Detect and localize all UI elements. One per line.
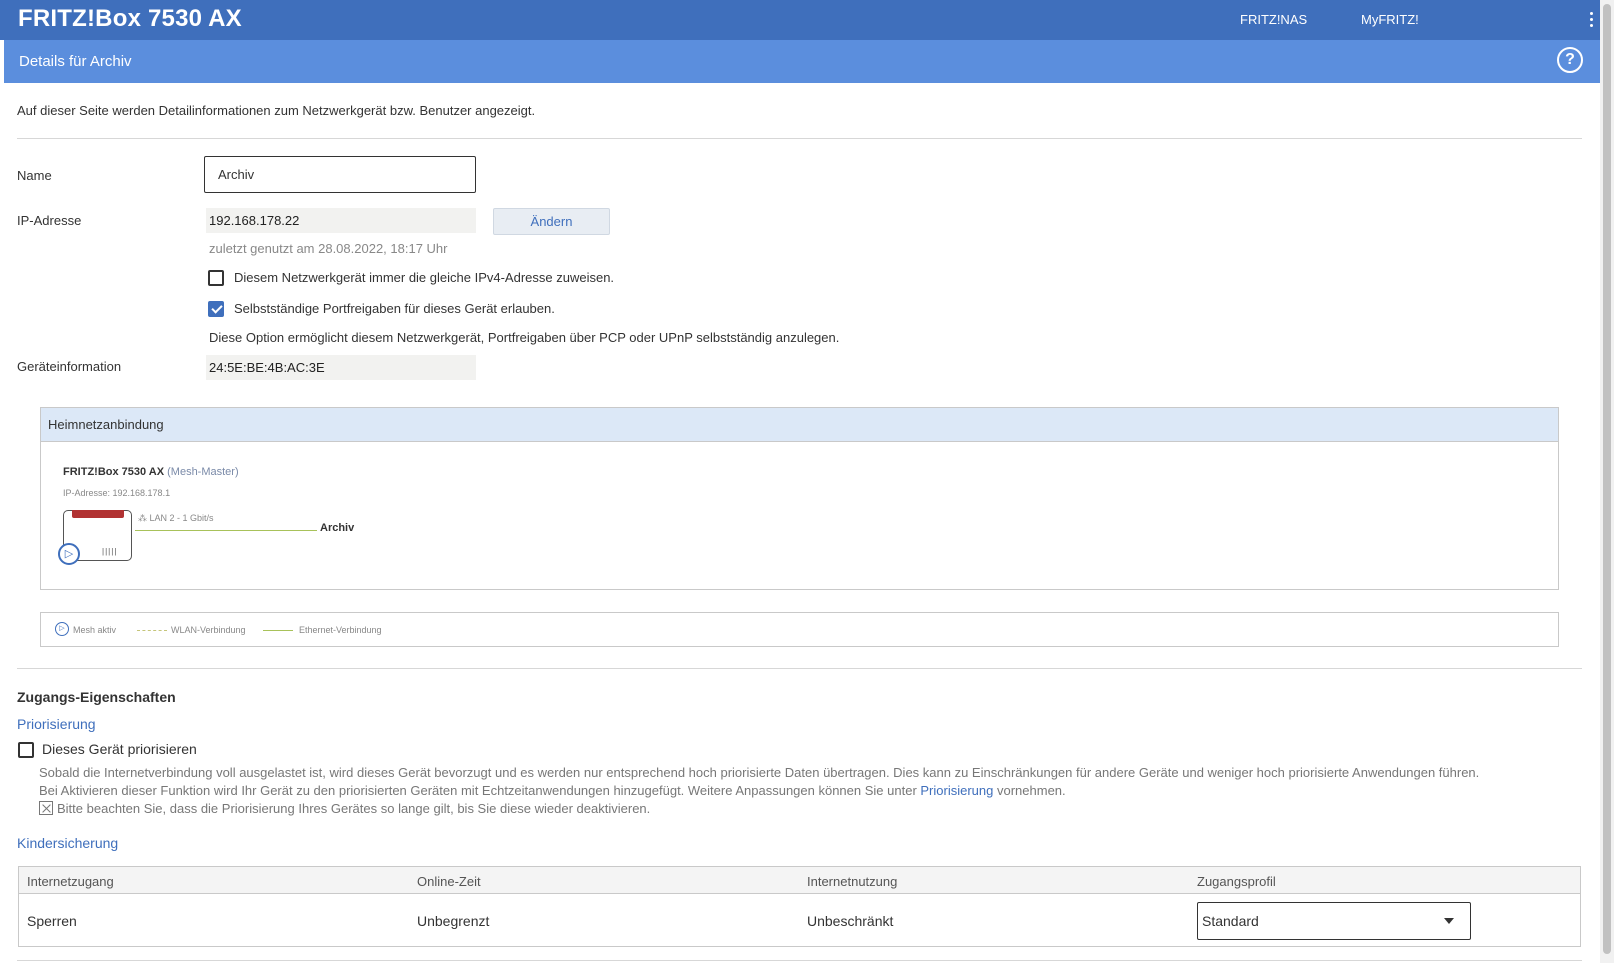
mesh-legend-icon: ▷ bbox=[55, 622, 69, 636]
legend-ethernet-line bbox=[263, 630, 293, 631]
ip-label: IP-Adresse bbox=[17, 213, 82, 228]
more-menu-icon[interactable] bbox=[1588, 12, 1594, 30]
lan-link-label: ⁂ LAN 2 - 1 Gbit/s bbox=[138, 513, 214, 523]
prio-desc-2b: vornehmen. bbox=[993, 783, 1066, 798]
top-bar: FRITZ!Box 7530 AX FRITZ!NAS MyFRITZ! bbox=[0, 0, 1600, 40]
name-input[interactable]: Archiv bbox=[204, 156, 476, 193]
mesh-panel: Heimnetzanbindung FRITZ!Box 7530 AX (Mes… bbox=[40, 407, 1559, 590]
col-internet-access: Internetzugang bbox=[27, 874, 114, 889]
same-ip-checkbox[interactable] bbox=[208, 270, 224, 286]
mesh-device-title: FRITZ!Box 7530 AX bbox=[63, 466, 165, 478]
mesh-device-ip: IP-Adresse: 192.168.178.1 bbox=[63, 488, 171, 498]
prio-desc-3: Bitte beachten Sie, dass die Priorisieru… bbox=[39, 801, 650, 816]
prio-heading-link[interactable]: Priorisierung bbox=[17, 716, 96, 732]
divider bbox=[17, 668, 1582, 669]
last-used-text: zuletzt genutzt am 28.08.2022, 18:17 Uhr bbox=[209, 241, 448, 256]
online-time-value: Unbegrenzt bbox=[417, 913, 490, 929]
name-label: Name bbox=[17, 168, 52, 183]
mesh-active-icon: ▷ bbox=[58, 543, 80, 565]
nav-fritznas[interactable]: FRITZ!NAS bbox=[1240, 12, 1307, 27]
access-profile-value: Standard bbox=[1202, 913, 1259, 929]
mesh-device-name[interactable]: FRITZ!Box 7530 AX (Mesh-Master) bbox=[63, 466, 239, 478]
chevron-down-icon bbox=[1444, 918, 1454, 924]
mesh-client-name[interactable]: Archiv bbox=[320, 522, 354, 534]
parental-control-link[interactable]: Kindersicherung bbox=[17, 835, 118, 851]
ethernet-link-line bbox=[135, 530, 317, 531]
portfwd-label: Selbstständige Portfreigaben für dieses … bbox=[234, 301, 555, 316]
device-info-label: Geräteinformation bbox=[17, 359, 122, 374]
device-info-field: 24:5E:BE:4B:AC:3E bbox=[206, 355, 476, 380]
prio-settings-link[interactable]: Priorisierung bbox=[920, 783, 993, 798]
portfwd-checkbox[interactable] bbox=[208, 301, 224, 317]
access-profile-select[interactable]: Standard bbox=[1197, 902, 1471, 940]
legend-wlan: WLAN-Verbindung bbox=[171, 625, 246, 635]
access-heading: Zugangs-Eigenschaften bbox=[17, 689, 176, 705]
prio-desc-1: Sobald die Internetverbindung voll ausge… bbox=[39, 765, 1480, 780]
prio-desc-3-text: Bitte beachten Sie, dass die Priorisieru… bbox=[57, 801, 651, 816]
help-icon[interactable]: ? bbox=[1557, 47, 1583, 73]
scrollbar-thumb[interactable] bbox=[1603, 4, 1611, 954]
col-access-profile: Zugangsprofil bbox=[1197, 874, 1276, 889]
mesh-legend: ▷ Mesh aktiv WLAN-Verbindung Ethernet-Ve… bbox=[40, 612, 1559, 647]
portfwd-note: Diese Option ermöglicht diesem Netzwerkg… bbox=[209, 330, 840, 345]
col-online-time: Online-Zeit bbox=[417, 874, 481, 889]
legend-ethernet: Ethernet-Verbindung bbox=[299, 625, 382, 635]
mesh-device-role: (Mesh-Master) bbox=[167, 466, 239, 478]
col-internet-usage: Internetnutzung bbox=[807, 874, 898, 889]
ip-field: 192.168.178.22 bbox=[206, 208, 476, 233]
legend-mesh-active: Mesh aktiv bbox=[73, 625, 117, 635]
divider bbox=[17, 138, 1582, 139]
prio-checkbox-label: Dieses Gerät priorisieren bbox=[42, 741, 197, 757]
hint-icon bbox=[39, 801, 53, 815]
prio-desc-2a: Bei Aktivieren dieser Funktion wird Ihr … bbox=[39, 783, 921, 798]
internet-usage-value: Unbeschränkt bbox=[807, 913, 894, 929]
change-ip-button[interactable]: Ändern bbox=[493, 208, 610, 235]
brand-title[interactable]: FRITZ!Box 7530 AX bbox=[18, 5, 242, 33]
parental-control-table: Internetzugang Online-Zeit Internetnutzu… bbox=[18, 866, 1581, 947]
block-access-link[interactable]: Sperren bbox=[27, 913, 77, 929]
legend-wlan-line bbox=[137, 630, 167, 631]
router-led-bar bbox=[72, 510, 124, 518]
router-ports: ||||| bbox=[102, 547, 118, 556]
page-title: Details für Archiv bbox=[19, 53, 132, 70]
intro-text: Auf dieser Seite werden Detailinformatio… bbox=[17, 103, 536, 118]
mesh-panel-heading: Heimnetzanbindung bbox=[41, 408, 1558, 442]
page-title-bar: Details für Archiv ? bbox=[4, 40, 1600, 83]
prio-checkbox[interactable] bbox=[18, 742, 34, 758]
table-header: Internetzugang Online-Zeit Internetnutzu… bbox=[19, 867, 1580, 894]
divider bbox=[17, 960, 1582, 961]
prio-desc-2: Bei Aktivieren dieser Funktion wird Ihr … bbox=[39, 783, 1066, 798]
same-ip-label: Diesem Netzwerkgerät immer die gleiche I… bbox=[234, 270, 615, 285]
nav-myfritz[interactable]: MyFRITZ! bbox=[1361, 12, 1419, 27]
